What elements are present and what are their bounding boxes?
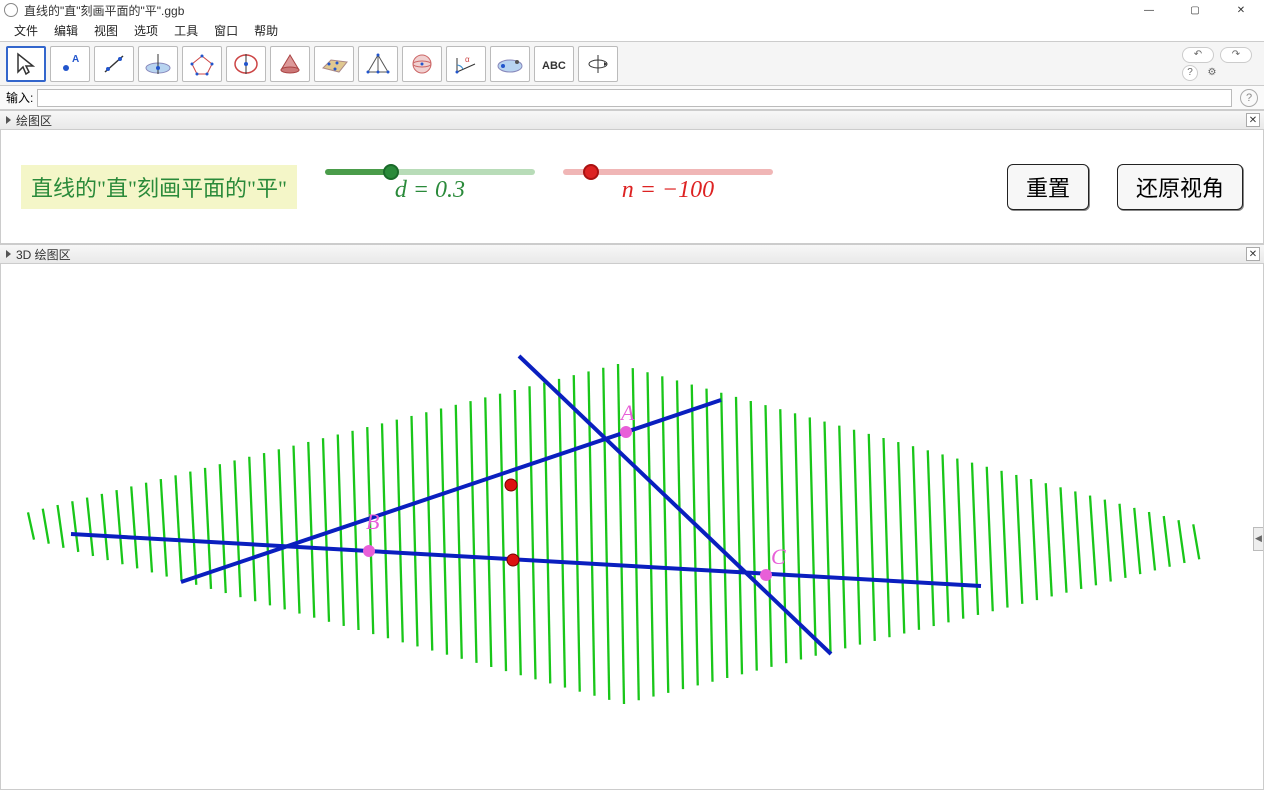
graphics3d-view[interactable]: A B C ◀ bbox=[0, 264, 1264, 790]
tool-circle[interactable] bbox=[182, 46, 222, 82]
input-help-button[interactable]: ? bbox=[1240, 89, 1258, 107]
tool-pyramid[interactable] bbox=[358, 46, 398, 82]
toolbar-help-button[interactable]: ? bbox=[1182, 65, 1198, 81]
slider-n-label: n = −100 bbox=[622, 177, 714, 204]
tool-intersect-surfaces[interactable] bbox=[270, 46, 310, 82]
heading-text: 直线的"直"刻画平面的"平" bbox=[21, 165, 297, 209]
line-icon bbox=[102, 52, 126, 76]
plane-icon bbox=[319, 52, 349, 76]
window-titlebar: 直线的"直"刻画平面的"平".ggb — ▢ ✕ bbox=[0, 0, 1264, 20]
side-tab[interactable]: ◀ bbox=[1253, 527, 1263, 551]
toolbar-right: ↶ ↷ ? ⚙ bbox=[1182, 47, 1258, 81]
tool-text[interactable]: ABC bbox=[534, 46, 574, 82]
sphere-icon bbox=[407, 52, 437, 76]
menubar: 文件 编辑 视图 选项 工具 窗口 帮助 bbox=[0, 20, 1264, 42]
point-C[interactable] bbox=[760, 569, 772, 581]
scene-3d[interactable]: A B C bbox=[1, 264, 1241, 784]
tool-line[interactable] bbox=[94, 46, 134, 82]
restore-view-button[interactable]: 还原视角 bbox=[1117, 164, 1243, 210]
input-label: 输入: bbox=[6, 89, 33, 106]
collapse-icon bbox=[6, 250, 11, 258]
text-icon: ABC bbox=[539, 54, 569, 74]
slider-d[interactable]: d = 0.3 bbox=[325, 169, 535, 204]
window-controls: — ▢ ✕ bbox=[1126, 0, 1264, 20]
svg-text:α: α bbox=[465, 55, 470, 64]
point-mid-BC[interactable] bbox=[507, 554, 519, 566]
graphics3d-panel-close[interactable]: ✕ bbox=[1246, 247, 1260, 261]
slider-n-thumb[interactable] bbox=[583, 164, 599, 180]
slider-d-label: d = 0.3 bbox=[395, 177, 465, 204]
cone-icon bbox=[275, 52, 305, 76]
graphics3d-panel-header[interactable]: 3D 绘图区 ✕ bbox=[0, 244, 1264, 264]
circle-axis-icon bbox=[231, 52, 261, 76]
tool-angle[interactable]: α bbox=[446, 46, 486, 82]
maximize-button[interactable]: ▢ bbox=[1172, 0, 1218, 20]
tool-move[interactable] bbox=[6, 46, 46, 82]
undo-button[interactable]: ↶ bbox=[1182, 47, 1214, 63]
tool-conic[interactable] bbox=[226, 46, 266, 82]
rotate-view-icon bbox=[586, 52, 610, 76]
reflect-icon bbox=[495, 52, 525, 76]
graphics3d-panel-title: 3D 绘图区 bbox=[16, 246, 71, 263]
perpendicular-icon bbox=[143, 52, 173, 76]
svg-text:ABC: ABC bbox=[542, 60, 566, 72]
redo-button[interactable]: ↷ bbox=[1220, 47, 1252, 63]
tool-perpendicular[interactable] bbox=[138, 46, 178, 82]
pyramid-icon bbox=[363, 52, 393, 76]
tool-reflect[interactable] bbox=[490, 46, 530, 82]
menu-help[interactable]: 帮助 bbox=[248, 20, 284, 41]
menu-view[interactable]: 视图 bbox=[88, 20, 124, 41]
menu-window[interactable]: 窗口 bbox=[208, 20, 244, 41]
slider-d-track[interactable] bbox=[325, 169, 535, 175]
tool-point[interactable]: A bbox=[50, 46, 90, 82]
point-A[interactable] bbox=[620, 426, 632, 438]
graphics-panel-header[interactable]: 绘图区 ✕ bbox=[0, 110, 1264, 130]
angle-icon: α bbox=[451, 52, 481, 76]
menu-tools[interactable]: 工具 bbox=[168, 20, 204, 41]
slider-d-thumb[interactable] bbox=[383, 164, 399, 180]
label-B: B bbox=[366, 509, 379, 534]
input-bar: 输入: ? bbox=[0, 86, 1264, 110]
graphics-panel-title: 绘图区 bbox=[16, 112, 52, 129]
toolbar: A α ABC ↶ ↷ ? ⚙ bbox=[0, 42, 1264, 86]
point-mid-AB[interactable] bbox=[505, 479, 517, 491]
slider-n-track[interactable] bbox=[563, 169, 773, 175]
point-icon: A bbox=[58, 52, 82, 76]
label-A: A bbox=[619, 400, 635, 425]
collapse-icon bbox=[6, 116, 11, 124]
window-title: 直线的"直"刻画平面的"平".ggb bbox=[24, 2, 184, 19]
cursor-icon bbox=[14, 52, 38, 76]
svg-text:A: A bbox=[72, 54, 79, 65]
tool-sphere[interactable] bbox=[402, 46, 442, 82]
app-icon bbox=[4, 3, 18, 17]
label-C: C bbox=[771, 544, 786, 569]
graphics-panel-close[interactable]: ✕ bbox=[1246, 113, 1260, 127]
plane-hatch-lines bbox=[28, 364, 1199, 704]
menu-file[interactable]: 文件 bbox=[8, 20, 44, 41]
minimize-button[interactable]: — bbox=[1126, 0, 1172, 20]
tool-rotate-view[interactable] bbox=[578, 46, 618, 82]
point-B[interactable] bbox=[363, 545, 375, 557]
line-BC[interactable] bbox=[71, 534, 981, 586]
toolbar-settings-button[interactable]: ⚙ bbox=[1204, 65, 1220, 81]
polygon-icon bbox=[187, 52, 217, 76]
input-field[interactable] bbox=[37, 89, 1232, 107]
graphics-view[interactable]: 直线的"直"刻画平面的"平" d = 0.3 n = −100 重置 还原视角 bbox=[0, 130, 1264, 244]
menu-options[interactable]: 选项 bbox=[128, 20, 164, 41]
menu-edit[interactable]: 编辑 bbox=[48, 20, 84, 41]
close-button[interactable]: ✕ bbox=[1218, 0, 1264, 20]
tool-plane[interactable] bbox=[314, 46, 354, 82]
line-AC[interactable] bbox=[519, 356, 831, 654]
slider-n[interactable]: n = −100 bbox=[563, 169, 773, 204]
reset-button[interactable]: 重置 bbox=[1007, 164, 1089, 210]
